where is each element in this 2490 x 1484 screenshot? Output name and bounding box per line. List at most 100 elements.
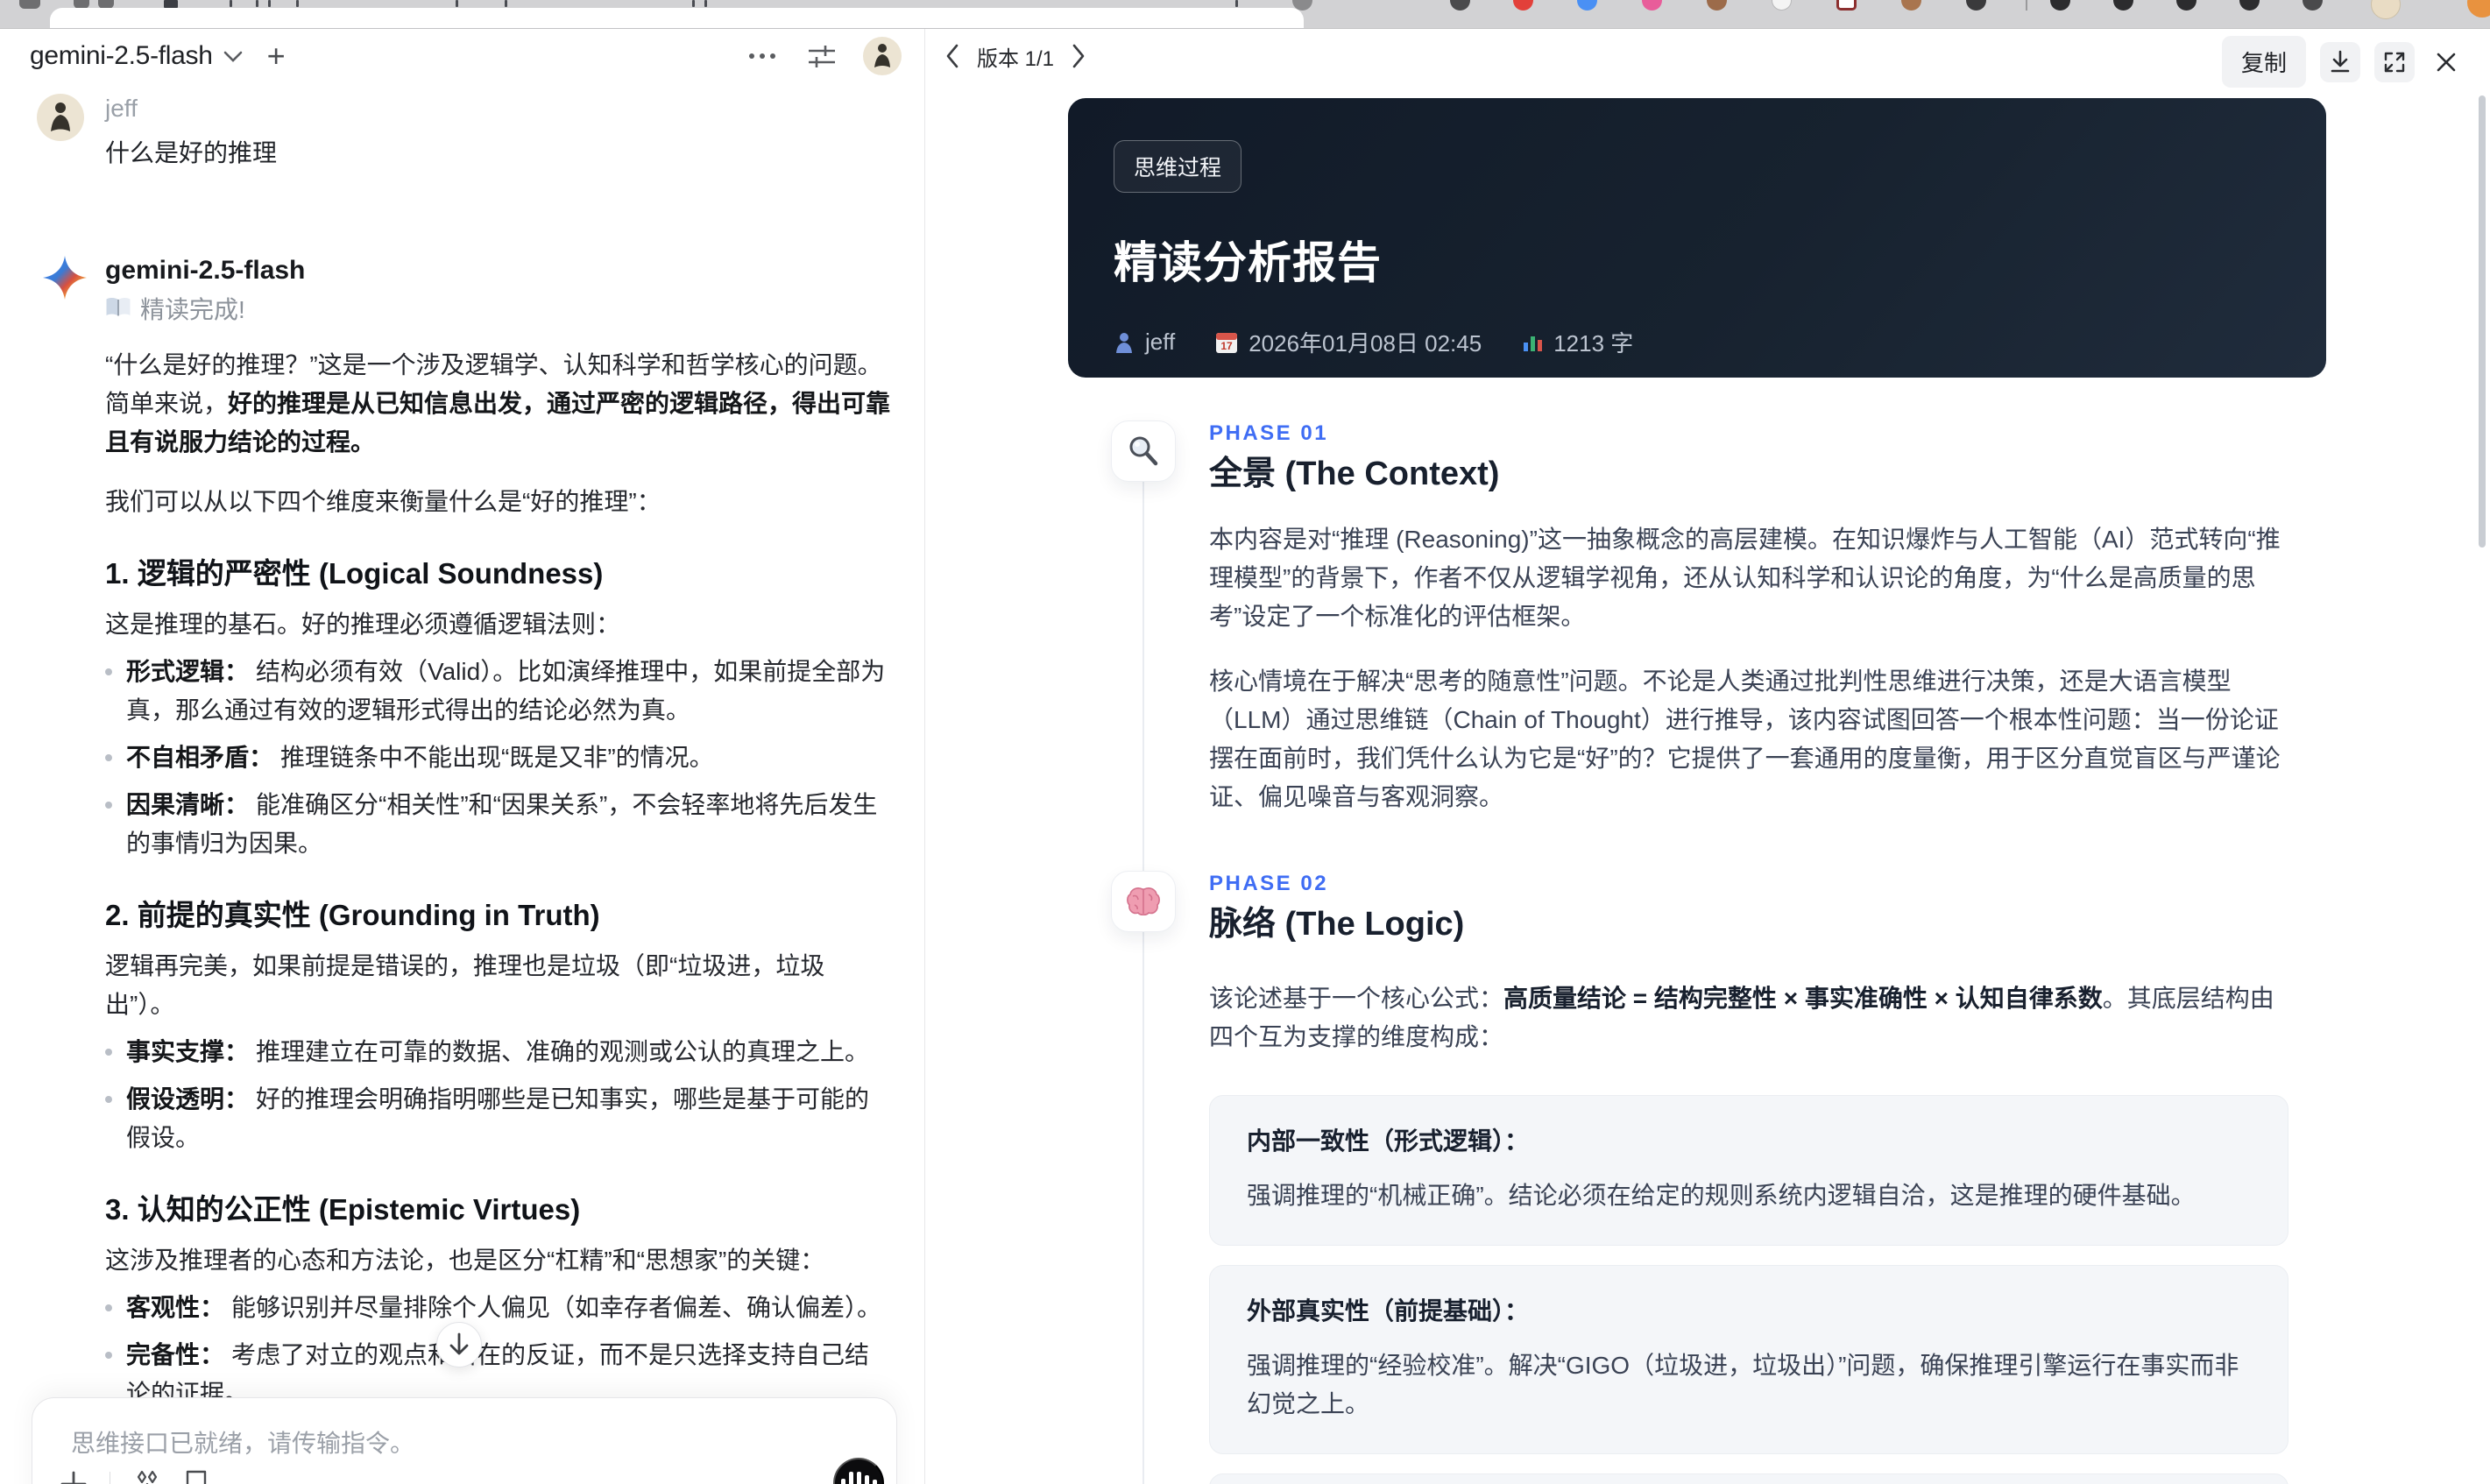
chat-message-list: jeff 什么是好的推理 gemini-2.5-flash 精读完成! “什么是… <box>0 83 924 1484</box>
browser-menu-icon[interactable] <box>2467 0 2490 18</box>
attach-plus-icon[interactable] <box>59 1469 88 1484</box>
section-heading: 3. 认知的公正性 (Epistemic Virtues) <box>105 1193 581 1226</box>
extension-icon[interactable] <box>2050 0 2070 11</box>
assistant-content: “什么是好的推理？”这是一个涉及逻辑学、认知科学和哲学核心的问题。简单来说，好的… <box>105 346 894 1484</box>
scroll-to-bottom-button[interactable] <box>436 1322 482 1367</box>
author-name: jeff <box>105 95 138 122</box>
list-item: 假设透明： 好的推理会明确指明哪些是已知事实，哪些是基于可能的假设。 <box>105 1080 894 1157</box>
scrollbar-thumb[interactable] <box>2479 95 2486 548</box>
bar-chart-icon <box>1524 336 1543 351</box>
report-title: 精读分析报告 <box>1114 238 1382 287</box>
brain-icon <box>1111 871 1176 932</box>
open-book-icon <box>105 295 131 325</box>
extension-icon[interactable] <box>1901 0 1921 11</box>
user-avatar <box>37 94 84 141</box>
word-count-meta: 1213 字 <box>1522 326 1633 358</box>
gemini-star-icon <box>42 255 88 305</box>
section-lead: 这是推理的基石。好的推理必须遵循逻辑法则： <box>105 611 621 638</box>
extension-icon[interactable] <box>1450 0 1470 11</box>
user-message: jeff 什么是好的推理 <box>37 94 876 171</box>
profile-avatar[interactable] <box>2371 0 2401 19</box>
app-window: gemini-2.5-flash + jeff 什么是好的推理 gemini-2… <box>0 29 2490 1484</box>
model-name: gemini-2.5-flash <box>105 256 306 285</box>
phase-title: 全景 (The Context) <box>1209 456 1500 492</box>
artifact-toolbar: 版本 1/1 复制 <box>926 29 2490 88</box>
extension-icon[interactable] <box>1966 0 1986 11</box>
message-composer[interactable]: 思维接口已就绪，请传输指令。 <box>32 1397 897 1484</box>
dimension-cards: 内部一致性（形式逻辑）： 强调推理的“机械正确”。结论必须在给定的规则系统内逻辑… <box>1209 1095 2288 1484</box>
calendar-icon: 17 <box>1216 332 1238 353</box>
list-item: 事实支撑： 推理建立在可靠的数据、准确的观测或公认的真理之上。 <box>105 1033 894 1071</box>
close-button[interactable] <box>2429 42 2464 82</box>
extension-icon[interactable] <box>2239 0 2260 11</box>
dimension-card: 主体伦理（认识美德）： 转向推理者的心理特征。引入奥卡姆剃刀和反向论证，旨在克服… <box>1209 1473 2288 1484</box>
sparkle-diamonds-icon[interactable] <box>131 1468 163 1484</box>
composer-toolbar <box>59 1468 209 1484</box>
date-meta: 17 2026年01月08日 02:45 <box>1215 326 1482 358</box>
artifact-actions: 复制 <box>2221 36 2464 88</box>
person-icon <box>1116 332 1132 353</box>
paragraph: 我们可以从以下四个维度来衡量什么是“好的推理”： <box>105 488 661 515</box>
extension-icon[interactable] <box>1513 0 1533 11</box>
browser-button-icon[interactable] <box>19 0 40 9</box>
menu-icon <box>164 0 178 8</box>
chevron-right-icon[interactable] <box>1072 44 1086 68</box>
section-heading: 1. 逻辑的严密性 (Logical Soundness) <box>105 557 604 590</box>
formula-paragraph: 该论述基于一个核心公式：高质量结论 = 结构完整性 × 事实准确性 × 认知自律… <box>1209 985 2274 1050</box>
bullet-list: 形式逻辑： 结构必须有效（Valid）。比如演绎推理中，如果前提全部为真，那么通过… <box>105 653 894 863</box>
extension-icon[interactable] <box>1642 0 1662 11</box>
artifact-content[interactable]: 思维过程 精读分析报告 jeff 17 2026年01月08日 02:45 12… <box>926 83 2490 1484</box>
phase-section-1: PHASE 01 全景 (The Context) 本内容是对“推理 (Reas… <box>1068 420 2326 816</box>
bullet-list: 事实支撑： 推理建立在可靠的数据、准确的观测或公认的真理之上。 假设透明： 好的推理… <box>105 1033 894 1157</box>
phase-paragraph: 核心情境在于解决“思考的随意性”问题。不论是人类通过批判性思维进行决策，还是大语… <box>1209 668 2281 810</box>
artifact-panel: 版本 1/1 复制 思维过程 精读分析报告 jeff 17 2026年01月08… <box>926 29 2490 1484</box>
phase-title: 脉络 (The Logic) <box>1209 906 1465 943</box>
extension-icon[interactable] <box>2176 0 2196 11</box>
version-label: 版本 1/1 <box>977 46 1055 71</box>
chevron-left-icon[interactable] <box>945 44 959 68</box>
svg-text:17: 17 <box>1221 340 1234 352</box>
model-selector[interactable]: gemini-2.5-flash <box>30 41 243 71</box>
status-text: 精读完成! <box>140 296 245 323</box>
phase-label: PHASE 01 <box>1209 421 1329 445</box>
phase-section-2: PHASE 02 脉络 (The Logic) 该论述基于一个核心公式：高质量结… <box>1068 871 2326 1484</box>
voice-input-button[interactable] <box>833 1458 884 1484</box>
section-heading: 2. 前提的真实性 (Grounding in Truth) <box>105 899 600 931</box>
status-line: 精读完成! <box>105 295 876 325</box>
new-chat-button[interactable]: + <box>267 40 286 72</box>
dimension-card: 外部真实性（前提基础）： 强调推理的“经验校准”。解决“GIGO（垃圾进，垃圾出… <box>1209 1265 2288 1454</box>
chat-header: gemini-2.5-flash + <box>0 29 924 83</box>
magnifier-icon <box>1111 420 1176 482</box>
list-item: 客观性： 能够识别并尽量排除个人偏见（如幸存者偏差、确认偏差）。 <box>105 1289 894 1327</box>
more-options-icon[interactable] <box>747 52 777 60</box>
list-item: 不自相矛盾： 推理链条中不能出现“既是又非”的情况。 <box>105 738 894 777</box>
phase-paragraph: 本内容是对“推理 (Reasoning)”这一抽象概念的高层建模。在知识爆炸与人… <box>1209 526 2281 630</box>
bookmark-icon[interactable] <box>184 1469 209 1484</box>
message-text: 什么是好的推理 <box>105 139 278 166</box>
extension-icon[interactable] <box>1772 0 1792 11</box>
settings-sliders-icon[interactable] <box>807 43 837 69</box>
extension-icon[interactable] <box>1577 0 1597 11</box>
model-name: gemini-2.5-flash <box>30 41 213 70</box>
browser-toolbar <box>0 0 2490 29</box>
section-lead: 这涉及推理者的心态和方法论，也是区分“杠精”和“思想家”的关键： <box>105 1247 825 1274</box>
extension-icon[interactable] <box>1707 0 1727 11</box>
version-navigator: 版本 1/1 <box>945 29 1086 83</box>
copy-button[interactable]: 复制 <box>2221 36 2306 88</box>
download-button[interactable] <box>2320 41 2360 82</box>
assistant-message: gemini-2.5-flash 精读完成! “什么是好的推理？”这是一个涉及逻… <box>37 255 890 1484</box>
address-bar[interactable] <box>50 0 1304 28</box>
author-meta: jeff <box>1114 329 1175 356</box>
fullscreen-button[interactable] <box>2374 41 2415 82</box>
extension-icon[interactable] <box>2303 0 2323 11</box>
phase-label: PHASE 02 <box>1209 872 1329 895</box>
report-meta: jeff 17 2026年01月08日 02:45 1213 字 <box>1114 326 2281 358</box>
hero-badge: 思维过程 <box>1114 140 1242 193</box>
report-hero-card: 思维过程 精读分析报告 jeff 17 2026年01月08日 02:45 12… <box>1068 98 2326 378</box>
extension-icon[interactable] <box>1836 0 1857 11</box>
section-lead: 逻辑再完美，如果前提是错误的，推理也是垃圾（即“垃圾进，垃圾出”）。 <box>105 952 825 1018</box>
composer-placeholder: 思维接口已就绪，请传输指令。 <box>71 1430 415 1457</box>
dimension-card: 内部一致性（形式逻辑）： 强调推理的“机械正确”。结论必须在给定的规则系统内逻辑… <box>1209 1095 2288 1246</box>
extension-icon[interactable] <box>2113 0 2133 11</box>
user-avatar[interactable] <box>863 37 902 75</box>
